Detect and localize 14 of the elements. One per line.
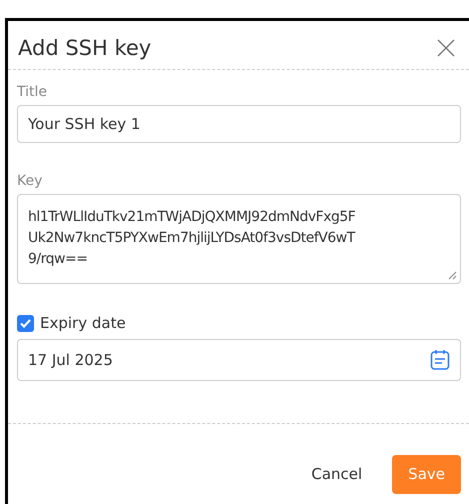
close-button[interactable]	[435, 37, 457, 59]
dialog-title: Add SSH key	[18, 36, 152, 60]
title-field[interactable]: Your SSH key 1	[17, 105, 461, 143]
close-icon	[437, 39, 455, 57]
check-icon	[20, 318, 31, 328]
checkbox-label: Expiry date	[40, 314, 126, 332]
cancel-button[interactable]: Cancel	[295, 454, 378, 494]
field-label: Key	[17, 173, 44, 189]
expiry-checkbox[interactable]	[17, 314, 34, 332]
field-label: Title	[17, 84, 48, 100]
calendar-icon[interactable]	[430, 349, 450, 371]
date-field[interactable]: 17 Jul 2025	[17, 339, 461, 381]
key-textarea[interactable]: hl1TrWLlIduTkv21mTWjADjQXMMJ92dmNdvFxg5F Uk2Nw7kncT5PYXwEm7hjlijLYDsAt0f3vsDtefV6wT 9/rqw==	[17, 194, 461, 284]
resize-handle-icon[interactable]	[448, 271, 457, 280]
